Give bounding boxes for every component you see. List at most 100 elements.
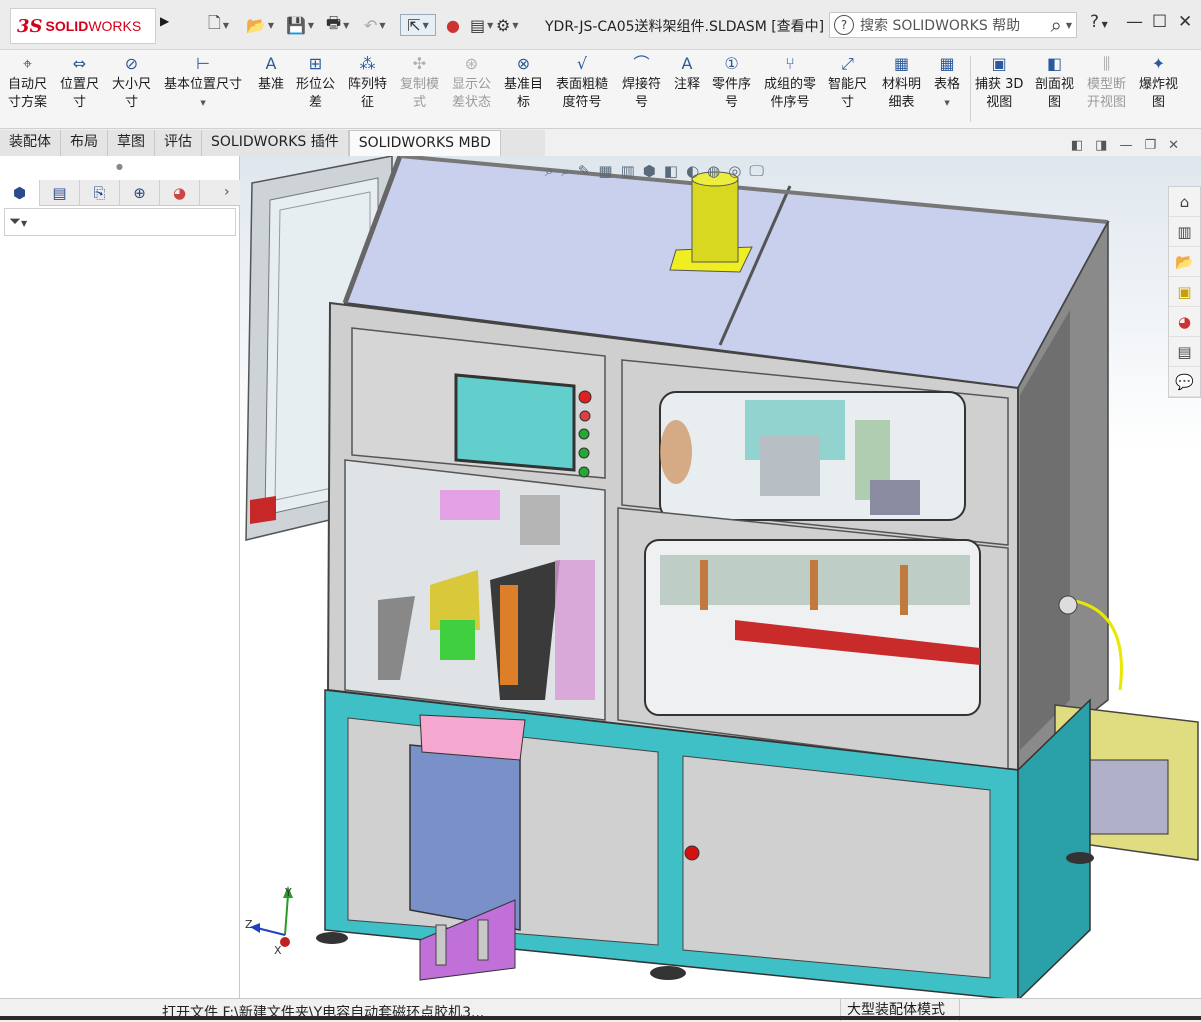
- view-palette-icon[interactable]: ▣: [1169, 277, 1200, 307]
- feature-tree-tab-icon[interactable]: ⬢: [0, 180, 40, 206]
- cmd-table-button[interactable]: ▦ 表格 ▼: [934, 54, 960, 112]
- feature-manager-panel: ● ⬢ ▤ ⎘ ⊕ ◕ › ⏷▼: [0, 156, 240, 998]
- cmd-dropdown-arrow-icon[interactable]: ▼: [164, 94, 242, 112]
- graphics-area[interactable]: Y Z X: [240, 156, 1201, 998]
- viewport-restore-button[interactable]: ❐: [1144, 138, 1156, 153]
- note-icon: A: [681, 54, 693, 73]
- tab-3[interactable]: 评估: [155, 130, 202, 156]
- cmd-balloon-button[interactable]: ① 零件序号: [712, 54, 751, 112]
- new-document-icon[interactable]: 🗋 ▼: [208, 13, 229, 36]
- file-explorer-icon[interactable]: 📂: [1169, 247, 1200, 277]
- previous-view-icon[interactable]: ✎: [578, 162, 591, 180]
- cmd-separator: [970, 56, 971, 122]
- tab-2[interactable]: 草图: [108, 130, 155, 156]
- tab-0[interactable]: 装配体: [0, 130, 61, 156]
- cmd-datum-button[interactable]: A 基准: [258, 54, 284, 94]
- cmd-weld-symbol-button[interactable]: ⌒ 焊接符号: [622, 54, 661, 112]
- datum-target-icon: ⊗: [516, 54, 531, 73]
- cmd-section-view-button[interactable]: ◧ 剖面视图: [1035, 54, 1074, 112]
- cmd-model-break-view-button[interactable]: ⫼ 模型断 开视图: [1087, 54, 1126, 112]
- table-icon: ▦: [939, 54, 955, 73]
- view-orientation-icon[interactable]: ⬢: [643, 162, 656, 180]
- cmd-exploded-view-button[interactable]: ✦ 爆炸视图: [1139, 54, 1178, 112]
- zoom-to-fit-icon[interactable]: ⌕: [545, 162, 553, 180]
- viewport-right-icon[interactable]: ◨: [1095, 138, 1107, 153]
- undo-icon[interactable]: ↶ ▼: [364, 14, 386, 36]
- rebuild-traffic-light-icon[interactable]: ●: [446, 14, 460, 36]
- cmd-capture-3d-view-button[interactable]: ▣ 捕获 3D 视图: [975, 54, 1023, 112]
- cmd-smart-dimension-button[interactable]: ⤢ 智能尺寸: [828, 54, 867, 112]
- forum-icon[interactable]: 💬: [1169, 367, 1200, 397]
- search-input[interactable]: 搜索 SOLIDWORKS 帮助: [860, 15, 1051, 35]
- maximize-button[interactable]: ☐: [1152, 12, 1167, 32]
- tab-5[interactable]: SOLIDWORKS MBD: [348, 130, 501, 156]
- cmd-copy-scheme-button[interactable]: ✣ 复制模式: [400, 54, 439, 112]
- options-gear-icon[interactable]: ⚙ ▼: [496, 14, 519, 36]
- viewport-minimize-button[interactable]: —: [1119, 138, 1132, 153]
- help-circle-icon: ?: [834, 15, 854, 35]
- copy-scheme-icon: ✣: [412, 54, 427, 73]
- cmd-bom-button[interactable]: ▦ 材料明 细表: [882, 54, 921, 112]
- view-settings-icon[interactable]: 🖵: [749, 162, 763, 180]
- section-view-icon[interactable]: ▦: [598, 162, 612, 180]
- appearances-scenes-icon[interactable]: ◕: [1169, 307, 1200, 337]
- cmd-size-dimension-button[interactable]: ⊘ 大小尺寸: [112, 54, 151, 112]
- cmd-label-line2: 标: [517, 95, 531, 110]
- display-style-icon[interactable]: ◧: [664, 162, 678, 180]
- minimize-button[interactable]: —: [1126, 12, 1143, 32]
- cmd-surface-finish-button[interactable]: √ 表面粗糙 度符号: [556, 54, 608, 112]
- filter-icon[interactable]: ⏷▼: [4, 208, 236, 236]
- hide-show-items-icon[interactable]: ◐: [686, 162, 699, 180]
- cmd-auto-dimension-button[interactable]: ⌖ 自动尺 寸方案: [8, 54, 47, 112]
- cmd-label-line1: 显示公: [452, 77, 492, 92]
- model-break-view-icon: ⫼: [1102, 54, 1111, 73]
- property-manager-tab-icon[interactable]: ▤: [40, 180, 80, 206]
- cmd-stacked-balloon-button[interactable]: ⑂ 成组的零 件序号: [764, 54, 816, 112]
- cmd-geometric-tolerance-button[interactable]: ⊞ 形位公差: [296, 54, 335, 112]
- search-dropdown-icon[interactable]: ▼: [1066, 21, 1072, 30]
- dynamic-annotation-icon[interactable]: ▥: [621, 162, 635, 180]
- tab-1[interactable]: 布局: [61, 130, 108, 156]
- close-button[interactable]: ✕: [1178, 12, 1192, 32]
- help-search-box[interactable]: ? 搜索 SOLIDWORKS 帮助 ⌕ ▼: [829, 12, 1077, 38]
- cmd-datum-target-button[interactable]: ⊗ 基准目标: [504, 54, 543, 112]
- solidworks-logo[interactable]: 3S SOLID WORKS: [10, 8, 156, 44]
- panel-grip-icon[interactable]: ●: [116, 162, 123, 171]
- tab-4[interactable]: SOLIDWORKS 插件: [202, 130, 349, 156]
- cmd-note-button[interactable]: A 注释: [674, 54, 700, 94]
- cmd-label-line1: 智能尺: [828, 77, 868, 92]
- cmd-label-line2: 征: [361, 95, 375, 110]
- file-properties-icon[interactable]: ▤ ▼: [470, 14, 493, 36]
- display-manager-tab-icon[interactable]: ◕: [160, 180, 200, 206]
- cmd-label-line2: 件序号: [770, 95, 810, 110]
- zoom-to-area-icon[interactable]: ⌕: [561, 162, 569, 180]
- solidworks-resources-icon[interactable]: ⌂: [1169, 187, 1200, 217]
- search-icon[interactable]: ⌕: [1051, 13, 1062, 37]
- viewport-left-icon[interactable]: ◧: [1071, 138, 1083, 153]
- dimxpert-tab-icon[interactable]: ⊕: [120, 180, 160, 206]
- open-document-icon[interactable]: 📂 ▼: [246, 14, 274, 36]
- cmd-label-line1: 基准目: [504, 77, 544, 92]
- help-menu-button[interactable]: ? ▼: [1090, 12, 1108, 32]
- print-icon[interactable]: 🖶 ▼: [326, 13, 349, 36]
- custom-properties-icon[interactable]: ▤: [1169, 337, 1200, 367]
- design-library-icon[interactable]: ▥: [1169, 217, 1200, 247]
- cmd-dropdown-arrow-icon[interactable]: ▼: [934, 94, 960, 112]
- cmd-show-tolerance-status-button[interactable]: ⊛ 显示公 差状态: [452, 54, 491, 112]
- apply-scene-icon[interactable]: ◎: [728, 162, 741, 180]
- viewport-close-button[interactable]: ✕: [1168, 138, 1179, 153]
- cmd-label-line2: 寸: [841, 95, 855, 110]
- cmd-label-line2: 式: [413, 95, 427, 110]
- cmd-basic-location-dimension-button[interactable]: ⊢ 基本位置尺寸 ▼: [164, 54, 242, 112]
- select-pointer-icon[interactable]: ⇱ ▼: [400, 14, 436, 36]
- edit-appearance-icon[interactable]: ◍: [707, 162, 720, 180]
- cmd-location-dimension-button[interactable]: ⇔ 位置尺寸: [60, 54, 99, 112]
- more-tabs-chevron-icon[interactable]: ›: [224, 184, 230, 200]
- cmd-label-line2: 寸方案: [8, 95, 48, 110]
- cmd-label-line2: 细表: [888, 95, 915, 110]
- configuration-manager-tab-icon[interactable]: ⎘: [80, 180, 120, 206]
- pattern-feature-icon: ⁂: [359, 54, 376, 73]
- save-icon[interactable]: 💾 ▼: [286, 14, 314, 36]
- menu-expand-icon[interactable]: ▶: [160, 14, 174, 36]
- cmd-pattern-feature-button[interactable]: ⁂ 阵列特征: [348, 54, 387, 112]
